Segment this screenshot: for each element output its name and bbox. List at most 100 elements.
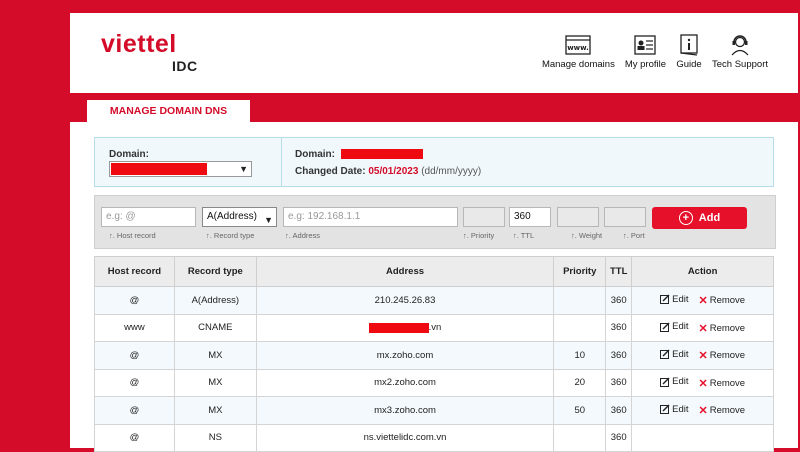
tab-manage-domain-dns[interactable]: MANAGE DOMAIN DNS bbox=[87, 100, 250, 122]
logo-subtitle: IDC bbox=[172, 58, 198, 74]
table-row: @ MX mx2.zoho.com 20 360 Edit ✕ Remove bbox=[94, 368, 774, 397]
edit-icon bbox=[660, 404, 670, 414]
nav-my-profile[interactable]: My profile bbox=[625, 34, 666, 70]
domain-select[interactable]: ▼ bbox=[109, 161, 252, 177]
remove-button[interactable]: ✕ Remove bbox=[698, 322, 745, 335]
redacted-domain-name bbox=[340, 149, 423, 160]
cell-type: MX bbox=[173, 396, 257, 425]
nav-label: My profile bbox=[624, 59, 667, 70]
hint-weight: ↑. Weight bbox=[571, 231, 603, 240]
ttl-input[interactable]: 360 bbox=[509, 207, 551, 227]
table-row: @ MX mx.zoho.com 10 360 Edit ✕ Remove bbox=[94, 341, 774, 370]
domain-info-label: Domain: bbox=[295, 149, 335, 160]
cell-address: .vn bbox=[255, 313, 555, 342]
remove-button[interactable]: ✕ Remove bbox=[698, 294, 745, 307]
cell-actions bbox=[631, 423, 774, 452]
col-action: Action bbox=[631, 256, 774, 287]
edit-label: Edit bbox=[672, 376, 689, 387]
cell-ttl: 360 bbox=[605, 313, 633, 342]
edit-button[interactable]: Edit bbox=[660, 376, 688, 387]
cell-host: www bbox=[94, 313, 175, 342]
edit-button[interactable]: Edit bbox=[660, 321, 688, 332]
address-input[interactable]: e.g: 192.168.1.1 bbox=[283, 207, 458, 227]
cell-ttl: 360 bbox=[605, 396, 633, 425]
cell-actions: Edit ✕ Remove bbox=[631, 313, 774, 342]
address-suffix: .vn bbox=[428, 322, 442, 334]
cell-address: mx.zoho.com bbox=[255, 341, 555, 370]
add-record-form: e.g: @ A(Address) ▼ e.g: 192.168.1.1 360… bbox=[94, 195, 776, 249]
remove-button[interactable]: ✕ Remove bbox=[698, 404, 745, 417]
edit-icon bbox=[660, 377, 670, 387]
cell-host: @ bbox=[94, 286, 175, 315]
svg-text:www.: www. bbox=[568, 44, 590, 52]
info-book-icon bbox=[676, 34, 702, 56]
changed-date-value: 05/01/2023 bbox=[368, 166, 419, 177]
record-type-select[interactable]: A(Address) ▼ bbox=[202, 207, 277, 227]
col-ttl: TTL bbox=[605, 256, 633, 287]
nav-tech-support[interactable]: Tech Support bbox=[712, 34, 768, 70]
dns-records-table: Host record Record type Address Priority… bbox=[94, 256, 774, 452]
col-address: Address bbox=[255, 256, 555, 287]
cell-ttl: 360 bbox=[605, 368, 633, 397]
edit-icon bbox=[660, 294, 670, 304]
cell-address: 210.245.26.83 bbox=[255, 286, 555, 315]
edit-button[interactable]: Edit bbox=[660, 294, 688, 305]
table-row: @ A(Address) 210.245.26.83 360 Edit ✕ Remove bbox=[94, 286, 774, 315]
close-icon: ✕ bbox=[698, 322, 708, 335]
chevron-down-icon: ▼ bbox=[264, 215, 273, 225]
col-host-record: Host record bbox=[94, 256, 175, 287]
www-browser-icon: www. bbox=[565, 34, 592, 56]
table-row: @ MX mx3.zoho.com 50 360 Edit ✕ Remove bbox=[94, 396, 774, 425]
edit-label: Edit bbox=[672, 403, 689, 415]
close-icon: ✕ bbox=[698, 377, 708, 390]
nav-guide[interactable]: Guide bbox=[676, 34, 702, 70]
add-record-button[interactable]: + Add bbox=[652, 207, 747, 229]
cell-ttl: 360 bbox=[605, 286, 633, 315]
priority-input[interactable] bbox=[463, 207, 505, 227]
weight-input[interactable] bbox=[557, 207, 599, 227]
cell-actions: Edit ✕ Remove bbox=[631, 368, 774, 397]
id-card-icon bbox=[632, 34, 658, 56]
edit-button[interactable]: Edit bbox=[660, 349, 688, 360]
cell-type: A(Address) bbox=[173, 286, 257, 315]
cell-host: @ bbox=[94, 423, 175, 452]
cell-priority: 20 bbox=[553, 368, 607, 397]
changed-date-label: Changed Date: bbox=[295, 166, 366, 177]
cell-type: NS bbox=[173, 423, 257, 452]
edit-icon bbox=[660, 349, 670, 359]
domain-info-box: Domain: ▼ Domain: Changed Date: 05/01/20… bbox=[94, 137, 774, 187]
remove-button[interactable]: ✕ Remove bbox=[698, 377, 745, 390]
edit-label: Edit bbox=[672, 348, 689, 360]
cell-priority bbox=[553, 286, 607, 315]
edit-label: Edit bbox=[672, 293, 689, 305]
plus-circle-icon: + bbox=[678, 211, 693, 225]
record-type-value: A(Address) bbox=[207, 211, 258, 222]
host-record-input[interactable]: e.g: @ bbox=[101, 207, 196, 227]
col-priority: Priority bbox=[553, 256, 607, 287]
cell-host: @ bbox=[94, 396, 175, 425]
cell-ttl: 360 bbox=[605, 341, 633, 370]
remove-label: Remove bbox=[709, 295, 746, 306]
main-panel: viettel IDC www. Manage domains My profi… bbox=[70, 13, 798, 452]
edit-button[interactable]: Edit bbox=[660, 404, 688, 415]
cell-ttl: 360 bbox=[605, 423, 633, 452]
close-icon: ✕ bbox=[698, 350, 708, 362]
cell-type: MX bbox=[173, 341, 257, 370]
viettel-idc-logo[interactable]: viettel IDC bbox=[101, 30, 211, 74]
close-icon: ✕ bbox=[698, 405, 708, 417]
hint-address: ↑. Address bbox=[285, 231, 321, 240]
nav-label: Tech Support bbox=[712, 59, 768, 70]
port-input[interactable] bbox=[604, 207, 646, 227]
add-button-label: Add bbox=[698, 212, 721, 224]
table-header-row: Host record Record type Address Priority… bbox=[94, 256, 774, 287]
table-row: @ NS ns.viettelidc.com.vn 360 bbox=[94, 423, 774, 452]
cell-priority bbox=[553, 313, 607, 342]
remove-label: Remove bbox=[709, 405, 746, 416]
edit-label: Edit bbox=[672, 321, 689, 332]
nav-manage-domains[interactable]: www. Manage domains bbox=[542, 34, 615, 70]
logo-wordmark: viettel bbox=[101, 30, 177, 58]
remove-label: Remove bbox=[709, 350, 746, 361]
col-record-type: Record type bbox=[173, 256, 257, 287]
cell-priority bbox=[553, 423, 607, 452]
remove-button[interactable]: ✕ Remove bbox=[698, 349, 745, 362]
